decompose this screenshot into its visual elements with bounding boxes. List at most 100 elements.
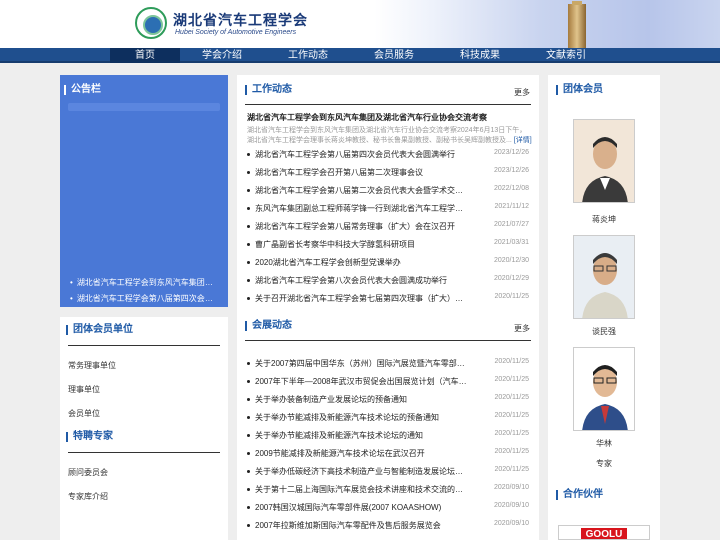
news-title[interactable]: 2009节能减排及新能源汽车技术论坛在武汉召开 [255, 448, 467, 459]
exhibit-news-title: 会展动态 [245, 321, 292, 331]
building-icon [568, 1, 586, 48]
headline-summary: 湖北省汽车工程学会到东风汽车集团及湖北省汽车行业协会交流考察2024年6月13日… [247, 126, 533, 146]
society-logo-icon[interactable] [135, 7, 167, 39]
bullet-icon [247, 506, 250, 509]
bullet-icon [247, 434, 250, 437]
news-date: 2020/11/25 [494, 376, 529, 383]
site-title-en: Hubei Society of Automotive Engineers [175, 29, 297, 36]
news-item[interactable]: 关于举办节能减排及新能源汽车技术论坛的通知 2020/11/25 [247, 430, 533, 442]
link-advisory-committee[interactable]: 顾问委员会 [68, 467, 108, 478]
main-nav: 首页 学会介绍 工作动态 会员服务 科技成果 文献索引 [0, 48, 720, 63]
news-item[interactable]: 2007年拉斯维加斯国际汽车零配件及售后服务展览会 2020/09/10 [247, 520, 533, 532]
nav-work[interactable]: 工作动态 [273, 48, 343, 63]
news-item[interactable]: 湖北省汽车工程学会第八届第二次会员代表大会暨学术交流会 2022/12/08 [247, 185, 533, 197]
news-title[interactable]: 关于第十二届上海国际汽车展览会技术讲座和技术交流的通知 [255, 484, 467, 495]
news-item[interactable]: 2007韩国汉城国际汽车零部件展(2007 KOAASHOW) 2020/09/1… [247, 502, 533, 514]
news-date: 2020/09/10 [493, 502, 529, 509]
bullet-icon [247, 207, 250, 210]
member-unit-panel: 团体会员单位 常务理事单位 理事单位 会员单位 特聘专家 顾问委员会 专家库介绍 [60, 317, 228, 540]
link-council[interactable]: 理事单位 [68, 384, 100, 395]
partner-logo[interactable]: GOOLU [558, 525, 650, 540]
news-date: 2020/12/29 [493, 275, 529, 282]
news-title[interactable]: 2007年下半年—2008年武汉市贸促会出国展览计划（汽车类） [255, 376, 467, 387]
headline-link[interactable]: 湖北省汽车工程学会到东风汽车集团及湖北省汽车行业协会交流考察 [247, 112, 487, 123]
news-title[interactable]: 湖北省汽车工程学会第八届第二次会员代表大会暨学术交流会 [255, 185, 467, 196]
news-item[interactable]: 关于举办节能减排及新能源汽车技术论坛的预备通知 2020/11/25 [247, 412, 533, 424]
news-item[interactable]: 曹广晶副省长考察华中科技大学醇氢科研项目 2021/03/31 [247, 239, 533, 251]
news-title[interactable]: 关于举办节能减排及新能源汽车技术论坛的预备通知 [255, 412, 467, 423]
unit-section-title: 团体会员单位 [66, 325, 133, 335]
bullet-icon [247, 524, 250, 527]
work-news-title: 工作动态 [245, 85, 292, 95]
announcement-item[interactable]: 湖北省汽车工程学会第八届第四次会员代表大会圆满举行 [70, 293, 220, 304]
news-item[interactable]: 关于举办装备制造产业发展论坛的预备通知 2020/11/25 [247, 394, 533, 406]
bullet-icon [247, 297, 250, 300]
announcement-scroll-area [68, 103, 220, 111]
news-date: 2023/12/26 [493, 149, 529, 156]
site-title[interactable]: 湖北省汽车工程学会 [173, 10, 308, 30]
news-title[interactable]: 湖北省汽车工程学会召开第八届第二次理事会议 [255, 167, 467, 178]
announcement-item[interactable]: 湖北省汽车工程学会到东风汽车集团及湖北省汽车行业协会交流考察 [70, 277, 220, 288]
news-item[interactable]: 2020湖北省汽车工程学会创新型党课举办 2020/12/30 [247, 257, 533, 269]
member-name[interactable]: 谈民强 [548, 326, 660, 337]
exhibit-more-link[interactable]: 更多 [514, 323, 530, 334]
bullet-icon [247, 470, 250, 473]
bullet-icon [247, 261, 250, 264]
news-item[interactable]: 湖北省汽车工程学会第八次会员代表大会圆满成功举行 2020/12/29 [247, 275, 533, 287]
news-title[interactable]: 关于举办节能减排及新能源汽车技术论坛的通知 [255, 430, 467, 441]
news-item[interactable]: 关于召开湖北省汽车工程学会第七届第四次理事（扩大）会议的通知 2020/11/25 [247, 293, 533, 305]
news-date: 2020/11/25 [494, 466, 529, 473]
news-item[interactable]: 湖北省汽车工程学会第八届第四次会员代表大会圆满举行 2023/12/26 [247, 149, 533, 161]
nav-about[interactable]: 学会介绍 [187, 48, 257, 63]
nav-tech[interactable]: 科技成果 [445, 48, 515, 63]
news-title[interactable]: 2007年拉斯维加斯国际汽车零配件及售后服务展览会 [255, 520, 467, 531]
divider [245, 340, 531, 341]
news-title[interactable]: 2007韩国汉城国际汽车零部件展(2007 KOAASHOW) [255, 502, 467, 513]
member-role: 专家 [596, 459, 612, 468]
link-member-unit[interactable]: 会员单位 [68, 408, 100, 419]
news-title[interactable]: 湖北省汽车工程学会第八次会员代表大会圆满成功举行 [255, 275, 467, 286]
link-standing-council[interactable]: 常务理事单位 [68, 360, 116, 371]
bullet-icon [247, 380, 250, 383]
work-more-link[interactable]: 更多 [514, 87, 530, 98]
bullet-icon [247, 279, 250, 282]
bullet-icon [247, 171, 250, 174]
member-photo[interactable] [573, 347, 635, 431]
news-title[interactable]: 湖北省汽车工程学会第八届常务理事（扩大）会在汉召开 [255, 221, 467, 232]
news-date: 2020/11/25 [494, 412, 529, 419]
news-date: 2020/11/25 [494, 358, 529, 365]
member-name[interactable]: 华林 [548, 438, 660, 449]
nav-home[interactable]: 首页 [110, 48, 180, 63]
news-item[interactable]: 东风汽车集团副总工程师蒋学锋一行到湖北省汽车工程学会调研 2021/11/12 [247, 203, 533, 215]
member-name[interactable]: 蒋炎坤 [548, 214, 660, 225]
news-title[interactable]: 关于举办低碳经济下高技术制造产业与智能制造发展论坛的通知 [255, 466, 467, 477]
news-item[interactable]: 湖北省汽车工程学会第八届常务理事（扩大）会在汉召开 2021/07/27 [247, 221, 533, 233]
news-title[interactable]: 2020湖北省汽车工程学会创新型党课举办 [255, 257, 467, 268]
announcement-panel: 公告栏 湖北省汽车工程学会到东风汽车集团及湖北省汽车行业协会交流考察 湖北省汽车… [60, 75, 228, 307]
news-title[interactable]: 湖北省汽车工程学会第八届第四次会员代表大会圆满举行 [255, 149, 467, 160]
news-date: 2020/12/30 [493, 257, 529, 264]
member-photo[interactable] [573, 119, 635, 203]
detail-link[interactable]: [详情] [514, 137, 532, 144]
news-date: 2021/07/27 [493, 221, 529, 228]
news-title[interactable]: 关于举办装备制造产业发展论坛的预备通知 [255, 394, 467, 405]
news-item[interactable]: 关于举办低碳经济下高技术制造产业与智能制造发展论坛的通知 2020/11/25 [247, 466, 533, 478]
member-photo[interactable] [573, 235, 635, 319]
news-title[interactable]: 关于2007第四届中国华东（苏州）国际汽展览暨汽车零部件展 [255, 358, 467, 369]
news-title[interactable]: 关于召开湖北省汽车工程学会第七届第四次理事（扩大）会议的通知 [255, 293, 467, 304]
group-member-title: 团体会员 [556, 85, 603, 95]
site-header: 湖北省汽车工程学会 Hubei Society of Automotive En… [0, 0, 720, 48]
expert-section-title: 特聘专家 [66, 432, 113, 442]
news-title[interactable]: 东风汽车集团副总工程师蒋学锋一行到湖北省汽车工程学会调研 [255, 203, 467, 214]
news-item[interactable]: 2009节能减排及新能源汽车技术论坛在武汉召开 2020/11/25 [247, 448, 533, 460]
link-expert-pool[interactable]: 专家库介绍 [68, 491, 108, 502]
news-item[interactable]: 关于2007第四届中国华东（苏州）国际汽展览暨汽车零部件展 2020/11/25 [247, 358, 533, 370]
news-item[interactable]: 关于第十二届上海国际汽车展览会技术讲座和技术交流的通知 2020/09/10 [247, 484, 533, 496]
nav-member-service[interactable]: 会员服务 [359, 48, 429, 63]
bullet-icon [247, 189, 250, 192]
news-title[interactable]: 曹广晶副省长考察华中科技大学醇氢科研项目 [255, 239, 467, 250]
nav-literature[interactable]: 文献索引 [531, 48, 601, 63]
news-item[interactable]: 湖北省汽车工程学会召开第八届第二次理事会议 2023/12/26 [247, 167, 533, 179]
news-item[interactable]: 2007年下半年—2008年武汉市贸促会出国展览计划（汽车类） 2020/11/2… [247, 376, 533, 388]
bullet-icon [247, 225, 250, 228]
